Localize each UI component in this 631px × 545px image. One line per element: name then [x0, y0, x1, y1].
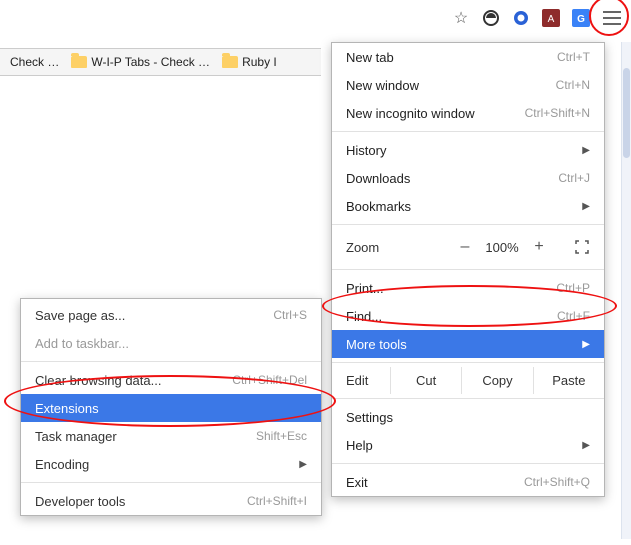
submenu-item-task-manager[interactable]: Task manager Shift+Esc: [21, 422, 321, 450]
more-tools-submenu: Save page as... Ctrl+S Add to taskbar...…: [20, 298, 322, 516]
menu-separator: [332, 463, 604, 464]
menu-item-downloads[interactable]: Downloads Ctrl+J: [332, 164, 604, 192]
submenu-item-add-taskbar[interactable]: Add to taskbar...: [21, 329, 321, 357]
menu-separator: [332, 224, 604, 225]
chevron-right-icon: ▶: [582, 339, 590, 350]
fullscreen-button[interactable]: [570, 235, 594, 259]
chrome-main-menu: New tab Ctrl+T New window Ctrl+N New inc…: [331, 42, 605, 497]
menu-separator: [332, 362, 604, 363]
menu-item-find[interactable]: Find... Ctrl+F: [332, 302, 604, 330]
extension-icon-google[interactable]: G: [569, 6, 593, 30]
menu-separator: [21, 482, 321, 483]
menu-item-help[interactable]: Help ▶: [332, 431, 604, 459]
chevron-right-icon: ▶: [582, 440, 590, 451]
menu-item-more-tools[interactable]: More tools ▶: [332, 330, 604, 358]
zoom-out-button[interactable]: –: [452, 235, 478, 259]
submenu-item-dev-tools[interactable]: Developer tools Ctrl+Shift+I: [21, 487, 321, 515]
browser-toolbar: ☆ A G: [449, 2, 625, 34]
scrollbar-thumb[interactable]: [623, 68, 630, 158]
submenu-item-clear-data[interactable]: Clear browsing data... Ctrl+Shift+Del: [21, 366, 321, 394]
edit-paste-button[interactable]: Paste: [533, 367, 604, 394]
bookmark-item[interactable]: Check …: [6, 55, 63, 69]
edit-label: Edit: [332, 367, 390, 394]
edit-cut-button[interactable]: Cut: [390, 367, 461, 394]
chevron-right-icon: ▶: [582, 201, 590, 212]
vertical-scrollbar[interactable]: [621, 42, 631, 539]
svg-text:A: A: [548, 14, 555, 25]
menu-item-new-window[interactable]: New window Ctrl+N: [332, 71, 604, 99]
menu-item-new-tab[interactable]: New tab Ctrl+T: [332, 43, 604, 71]
folder-icon: [71, 56, 87, 68]
chevron-right-icon: ▶: [582, 145, 590, 156]
menu-item-edit-row: Edit Cut Copy Paste: [332, 367, 604, 394]
extension-icon-2[interactable]: [509, 6, 533, 30]
menu-separator: [332, 398, 604, 399]
bookmarks-bar: Check … W-I-P Tabs - Check … Ruby I: [0, 48, 321, 76]
folder-icon: [222, 56, 238, 68]
chevron-right-icon: ▶: [299, 459, 307, 470]
menu-button[interactable]: [599, 7, 625, 29]
svg-text:G: G: [577, 14, 585, 25]
menu-item-history[interactable]: History ▶: [332, 136, 604, 164]
extension-icon-adobe[interactable]: A: [539, 6, 563, 30]
bookmark-item[interactable]: W-I-P Tabs - Check …: [67, 55, 214, 69]
submenu-item-extensions[interactable]: Extensions: [21, 394, 321, 422]
submenu-item-encoding[interactable]: Encoding ▶: [21, 450, 321, 478]
menu-item-incognito[interactable]: New incognito window Ctrl+Shift+N: [332, 99, 604, 127]
menu-item-exit[interactable]: Exit Ctrl+Shift+Q: [332, 468, 604, 496]
zoom-label: Zoom: [346, 240, 448, 255]
submenu-item-save-page[interactable]: Save page as... Ctrl+S: [21, 301, 321, 329]
star-icon[interactable]: ☆: [449, 6, 473, 30]
menu-item-bookmarks[interactable]: Bookmarks ▶: [332, 192, 604, 220]
menu-item-zoom: Zoom – 100% +: [332, 229, 604, 265]
bookmark-item[interactable]: Ruby I: [218, 55, 281, 69]
zoom-in-button[interactable]: +: [526, 235, 552, 259]
zoom-value: 100%: [480, 240, 524, 255]
menu-separator: [332, 269, 604, 270]
edit-copy-button[interactable]: Copy: [461, 367, 532, 394]
menu-separator: [21, 361, 321, 362]
menu-separator: [332, 131, 604, 132]
extension-icon-1[interactable]: [479, 6, 503, 30]
menu-item-print[interactable]: Print... Ctrl+P: [332, 274, 604, 302]
menu-item-settings[interactable]: Settings: [332, 403, 604, 431]
